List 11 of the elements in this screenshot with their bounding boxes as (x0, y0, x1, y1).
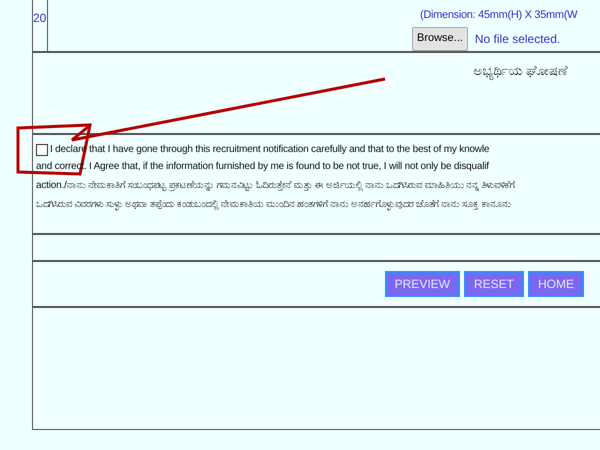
file-status: No file selected. (474, 30, 560, 48)
row-number: 20 (33, 11, 46, 25)
declaration-title: ಅಭ್ಯರ್ಥಿಯ ಘೋಷಣೆ (473, 62, 568, 82)
browse-button[interactable]: Browse... (412, 26, 468, 50)
form-button[interactable]: RESET (464, 271, 524, 297)
form-button[interactable]: HOME (528, 271, 584, 297)
declaration-text-line: ಒದಗಿಸಿರುವ ವಿವರಗಳು ಸುಳ್ಳು ಅಥವಾ ತಪ್ಪೆಂದು ಕಂಡುಬಂದಲ್ಲಿ ನೇಮಕಾತಿಯ ಮುಂದಿನ ಹಂತಗಳಿಗೆ ನಾನು ಅನರ್ಹಗೊಳ್ಳುವುದರ ಜೊತೆಗೆ ನಾನು ಸೂಕ್ತ ಕಾನೂನು (36, 198, 512, 212)
dimension-note: (Dimension: 45mm(H) X 35mm(W (420, 8, 578, 23)
form-button[interactable]: PREVIEW (384, 271, 460, 297)
declaration-checkbox[interactable] (36, 144, 48, 156)
declaration-text-line: action./ನಾನು ನೇಮಕಾತಿಗೆ ಸಂಬಂಧಪಟ್ಟ ಪ್ರಕಟಣೆಯನ್ನು ಗಮನವಿಟ್ಟು ಓದಿರುತ್ತೇನೆ ಮತ್ತು ಈ ಅರ್ಜಿಯಲ್ಲಿ ನಾನು ಒದಗಿಸಿರುವ ಮಾಹಿತಿಯು ನನ್ನ ತಿಳುವಳಿಕೆಗೆ (36, 179, 516, 193)
